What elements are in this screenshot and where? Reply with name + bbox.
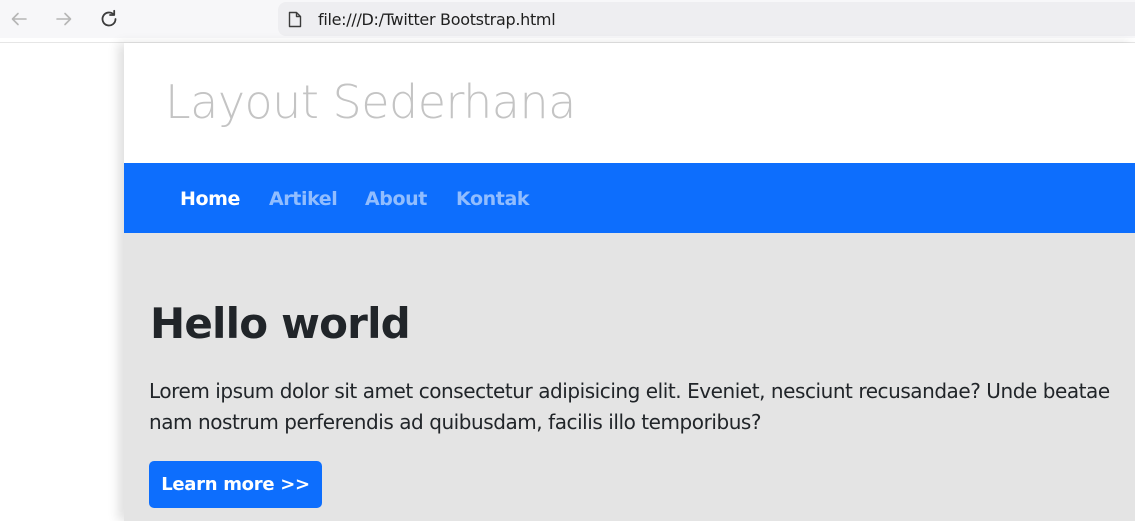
navbar: Home Artikel About Kontak xyxy=(124,163,1135,233)
nav-link-about[interactable]: About xyxy=(365,188,427,210)
hero-text: Lorem ipsum dolor sit amet consectetur a… xyxy=(149,379,1110,434)
nav-link-kontak[interactable]: Kontak xyxy=(456,188,530,210)
nav-link-home[interactable]: Home xyxy=(180,188,240,210)
arrow-right-icon xyxy=(56,12,72,26)
forward-button[interactable] xyxy=(51,6,77,32)
address-bar[interactable]: file:///D:/Twitter Bootstrap.html xyxy=(278,2,1135,36)
learn-more-button[interactable]: Learn more >> xyxy=(149,461,322,508)
back-button[interactable] xyxy=(6,6,32,32)
reload-button[interactable] xyxy=(96,6,122,32)
url-text[interactable]: file:///D:/Twitter Bootstrap.html xyxy=(318,10,556,29)
site-title: Layout Sederhana xyxy=(165,75,576,129)
arrow-left-icon xyxy=(11,12,27,26)
site-header: Layout Sederhana xyxy=(124,43,1135,163)
reload-icon xyxy=(101,9,117,27)
file-icon xyxy=(288,10,304,28)
page-viewport: Layout Sederhana Home Artikel About Kont… xyxy=(124,43,1135,521)
jumbotron: Hello world Lorem ipsum dolor sit amet c… xyxy=(124,233,1135,521)
browser-toolbar: file:///D:/Twitter Bootstrap.html xyxy=(0,0,1135,38)
hero-title: Hello world xyxy=(150,299,411,348)
nav-link-artikel[interactable]: Artikel xyxy=(269,188,338,210)
